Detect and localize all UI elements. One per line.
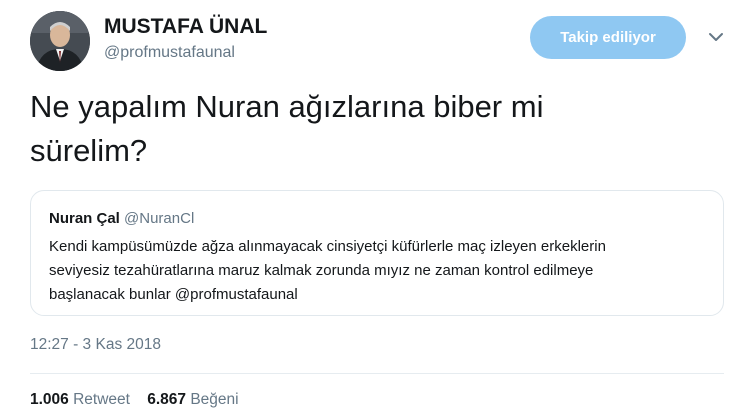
more-options-button[interactable] [706,29,726,45]
quoted-tweet[interactable]: Nuran Çal @NuranCl Kendi kampüsümüzde ağ… [30,190,724,316]
retweet-count: 1.006 [30,391,69,408]
quoted-text-line: seviyesiz tezahüratlarına maruz kalmak z… [49,262,594,279]
like-count: 6.867 [147,391,187,408]
retweet-label: Retweet [73,391,130,408]
quoted-author-name: Nuran Çal [49,210,120,227]
following-button[interactable]: Takip ediliyor [530,16,686,59]
quoted-text-line: Kendi kampüsümüzde ağza alınmayacak cins… [49,238,606,255]
avatar-image [30,11,90,71]
author-handle[interactable]: @profmustafaunal [104,44,235,62]
tweet-stats: 1.006 Retweet 6.867 Beğeni [30,391,239,409]
chevron-down-icon [709,33,723,41]
tweet-timestamp[interactable]: 12:27 - 3 Kas 2018 [30,336,161,354]
quoted-tweet-text: Kendi kampüsümüzde ağza alınmayacak cins… [49,235,709,307]
author-name[interactable]: MUSTAFA ÜNAL [104,15,267,39]
tweet-text-line: sürelim? [30,133,148,168]
avatar[interactable] [30,11,90,71]
quoted-author-handle: @NuranCl [124,210,195,227]
quoted-text-line: başlanacak bunlar @profmustafaunal [49,286,298,303]
retweet-stat[interactable]: 1.006 Retweet [30,391,134,408]
like-stat[interactable]: 6.867 Beğeni [147,391,238,408]
divider [30,373,724,374]
like-label: Beğeni [190,391,239,408]
tweet-text-line: Ne yapalım Nuran ağızlarına biber mi [30,89,544,124]
tweet-text: Ne yapalım Nuran ağızlarına biber mi sür… [30,85,670,173]
quoted-tweet-header: Nuran Çal @NuranCl [49,210,194,227]
